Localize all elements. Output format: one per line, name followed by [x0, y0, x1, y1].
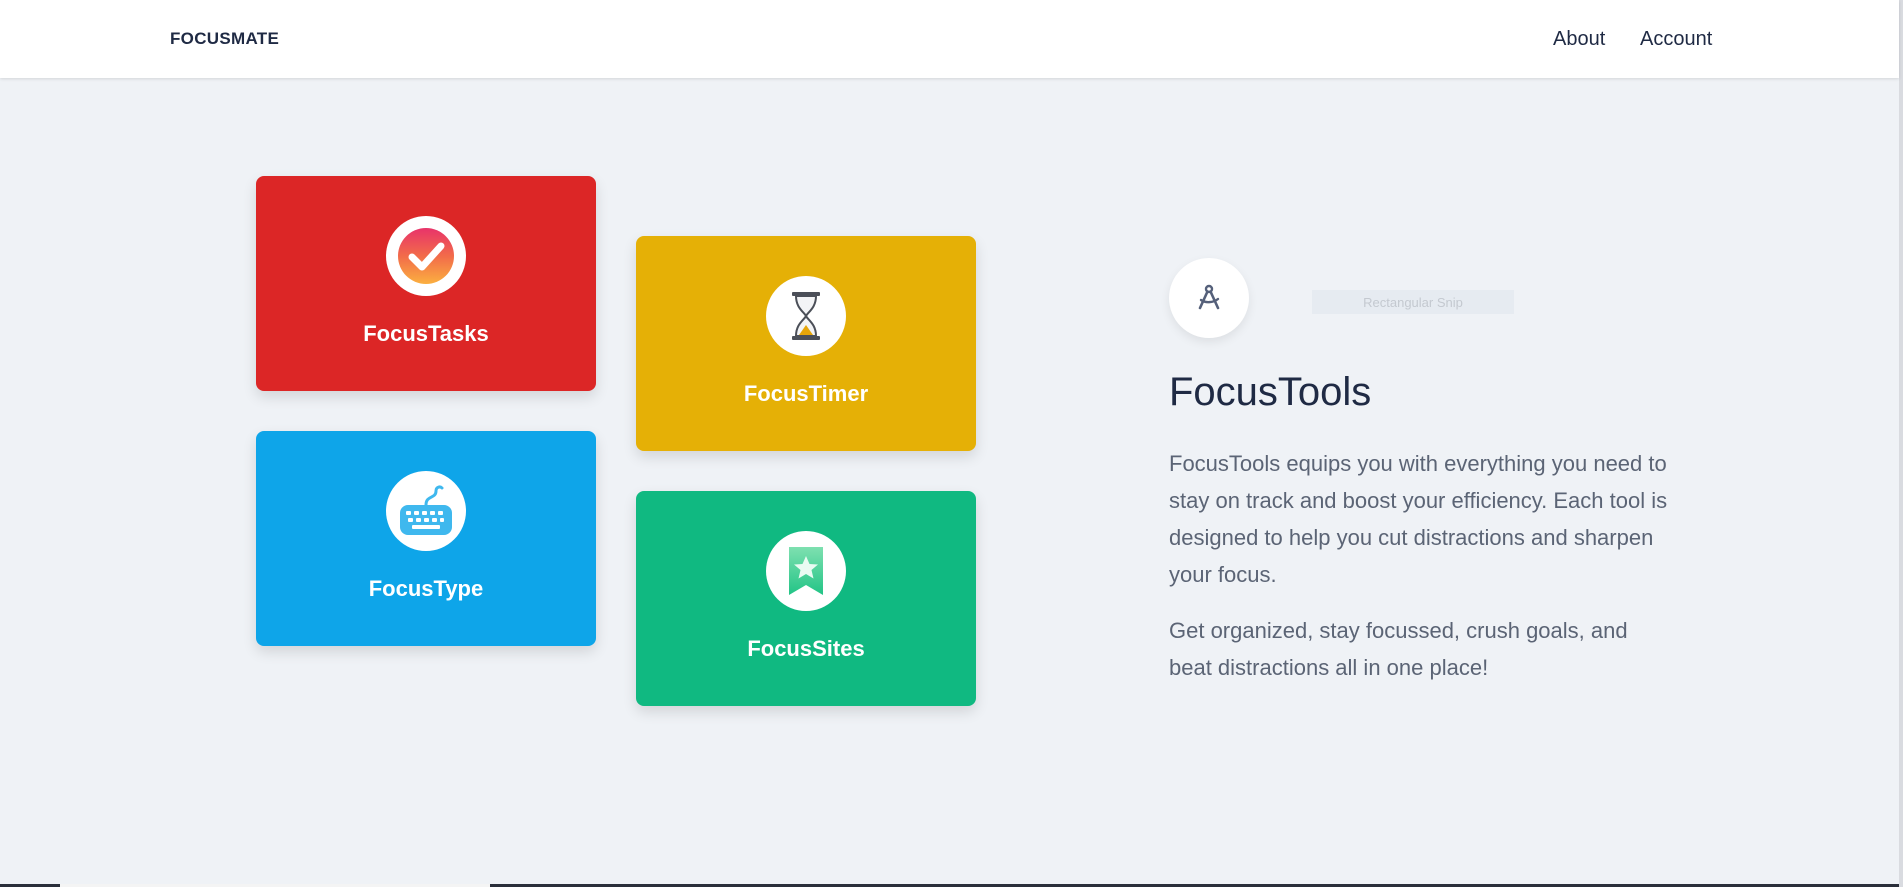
compass-tools-icon: [1169, 258, 1249, 338]
card-label: FocusTasks: [363, 321, 489, 346]
navbar: FOCUSMATE About Account: [0, 0, 1899, 78]
card-focustype[interactable]: FocusType: [256, 431, 596, 646]
keyboard-icon: [386, 471, 466, 551]
hourglass-icon: [766, 276, 846, 356]
card-focussites[interactable]: FocusSites: [636, 491, 976, 706]
nav-link-account[interactable]: Account: [1640, 28, 1712, 51]
checkmark-icon: [386, 216, 466, 296]
card-label: FocusTimer: [743, 381, 869, 406]
brand-logo[interactable]: FOCUSMATE: [170, 29, 279, 49]
section-paragraph-2: Get organized, stay focussed, crush goal…: [1169, 618, 1628, 680]
card-focustasks[interactable]: FocusTasks: [256, 176, 596, 391]
rectangular-snip-label: Rectangular Snip: [1312, 290, 1514, 314]
bookmark-star-icon: [766, 531, 846, 611]
vertical-scrollbar[interactable]: [1899, 0, 1903, 887]
section-title: FocusTools: [1169, 370, 1372, 414]
card-label: FocusSites: [747, 636, 865, 661]
section-paragraph-1: FocusTools equips you with everything yo…: [1169, 451, 1668, 587]
card-focustimer[interactable]: FocusTimer: [636, 236, 976, 451]
card-label: FocusType: [368, 576, 484, 601]
nav-link-about[interactable]: About: [1553, 28, 1605, 51]
